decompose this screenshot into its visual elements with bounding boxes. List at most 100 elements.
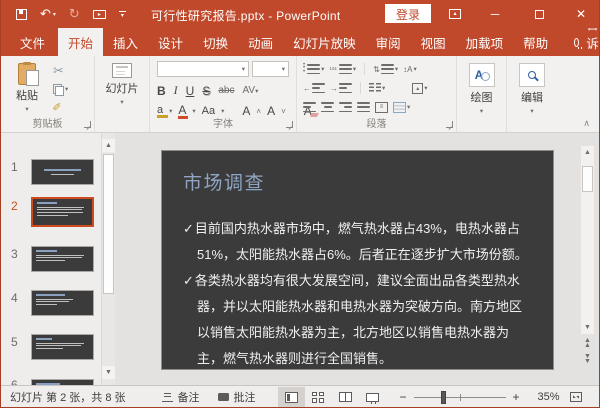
ribbon-display-options-button[interactable]: ▴ (439, 0, 471, 28)
copy-button[interactable]: ▾ (53, 82, 68, 96)
thumbnail-number-3: 3 (11, 247, 18, 261)
bullets-button[interactable]: ▾ (303, 64, 324, 74)
zoom-in-button[interactable]: + (509, 390, 524, 404)
paste-button[interactable]: 粘贴 ▾ (9, 62, 45, 113)
zoom-out-button[interactable]: − (396, 390, 411, 404)
search-icon (528, 71, 536, 79)
numbering-button[interactable]: ▾ (329, 64, 356, 74)
font-name-select[interactable]: ▾ (157, 61, 249, 77)
strikethrough-button[interactable]: abc (218, 85, 234, 96)
start-slideshow-button[interactable]: ▸ (92, 9, 106, 19)
redo-button[interactable]: ↻ (69, 7, 80, 20)
thumbnail-panel-scrollbar[interactable]: ▲ ▼ (101, 133, 115, 385)
slide-vertical-scrollbar[interactable]: ▲ ▼ (580, 145, 595, 335)
tab-file[interactable]: 文件 (7, 28, 58, 56)
login-button[interactable]: 登录 (385, 4, 432, 23)
customize-qat-button[interactable]: ▾ (118, 10, 126, 19)
previous-slide-button[interactable]: ▲ ▲ (580, 337, 595, 349)
scroll-down-icon[interactable]: ▼ (581, 321, 594, 334)
columns-button[interactable]: ▾ (369, 83, 385, 93)
paragraph-dialog-launcher[interactable] (446, 121, 453, 128)
tab-help[interactable]: 帮助 (513, 28, 558, 56)
numbering-dropdown-icon: ▾ (352, 66, 357, 73)
tab-design[interactable]: 设计 (148, 28, 193, 56)
new-slide-button[interactable]: 幻灯片 ▾ (95, 63, 149, 106)
slide-thumbnail-6[interactable] (31, 379, 94, 385)
font-dialog-launcher[interactable] (286, 121, 293, 128)
justify-button[interactable] (357, 102, 370, 112)
slide-bullet-1[interactable]: ✓目前国内热水器市场中，燃气热水器占43%，电热水器占51%，太阳能热水器占6%… (183, 216, 531, 268)
slide-thumbnail-1[interactable] (31, 159, 94, 185)
align-left-button[interactable] (303, 102, 316, 112)
bold-button[interactable]: B (157, 84, 166, 98)
change-case-dropdown-icon: ▾ (221, 108, 225, 115)
slide-title[interactable]: 市场调查 (183, 168, 529, 195)
undo-dropdown-icon: ▾ (52, 11, 56, 18)
tab-animations[interactable]: 动画 (238, 28, 283, 56)
scroll-down-icon[interactable]: ▼ (102, 366, 115, 379)
tab-slideshow[interactable]: 幻灯片放映 (283, 28, 366, 56)
slide-thumbnail-2-selected[interactable] (31, 197, 94, 227)
text-box-icon: ≡ (375, 101, 388, 113)
slide-thumbnail-4[interactable] (31, 290, 94, 316)
next-slide-button[interactable]: ▼ ▼ (580, 353, 595, 365)
comments-button[interactable]: 批注 (217, 389, 256, 405)
notes-button[interactable]: 备注 (161, 389, 200, 405)
decrease-indent-button[interactable]: ← (303, 83, 325, 93)
align-text-button[interactable]: ▴ ▾ (412, 82, 428, 94)
text-direction-button[interactable]: ↕A ▾ (403, 65, 417, 74)
fit-to-window-button[interactable] (569, 392, 582, 402)
tell-me-button[interactable]: 告诉我 (574, 18, 599, 70)
tab-transitions[interactable]: 切换 (193, 28, 238, 56)
tab-review[interactable]: 审阅 (366, 28, 411, 56)
text-shadow-button[interactable]: S (202, 84, 210, 98)
paragraph-group-label: 段落 (366, 119, 387, 130)
format-painter-button[interactable]: ✎ (52, 100, 68, 113)
reading-view-button[interactable] (332, 387, 359, 407)
slide-thumbnail-3[interactable] (31, 246, 94, 272)
character-spacing-button[interactable]: AV ▾ (242, 85, 258, 96)
zoom-percentage[interactable]: 35% (528, 391, 560, 403)
zoom-slider[interactable] (413, 390, 506, 404)
tab-view[interactable]: 视图 (411, 28, 456, 56)
cut-button[interactable]: ✂ (53, 63, 68, 78)
drawing-group: A 绘图 ▾ (457, 56, 507, 132)
normal-view-button[interactable] (277, 387, 305, 407)
font-name-dropdown-icon: ▾ (241, 66, 245, 73)
add-remove-columns-button[interactable]: ≡ (375, 101, 388, 113)
maximize-button[interactable] (523, 0, 555, 28)
slide-thumbnail-5[interactable] (31, 334, 94, 360)
scroll-up-icon[interactable]: ▲ (581, 146, 594, 159)
slideshow-view-button[interactable] (359, 387, 386, 407)
slide-body-text[interactable]: ✓目前国内热水器市场中，燃气热水器占43%，电热水器占51%，太阳能热水器占6%… (183, 216, 531, 372)
scroll-up-icon[interactable]: ▲ (102, 139, 115, 152)
convert-to-smartart-button[interactable]: ▾ (393, 101, 410, 113)
undo-button[interactable]: ↶ ▾ (40, 7, 56, 20)
underline-button[interactable]: U (186, 84, 195, 98)
close-button[interactable]: ✕ (565, 0, 597, 28)
zoom-slider-handle[interactable] (441, 390, 447, 404)
editing-button[interactable]: 编辑 ▾ (507, 63, 557, 115)
clipboard-dialog-launcher[interactable] (84, 121, 91, 128)
scrollbar-thumb[interactable] (103, 154, 114, 294)
tab-addins[interactable]: 加载项 (456, 28, 514, 56)
text-highlight-dropdown-icon: ▾ (169, 108, 173, 115)
italic-button[interactable]: I (174, 83, 178, 98)
font-size-select[interactable]: ▾ (252, 61, 289, 77)
current-slide[interactable]: 市场调查 ✓目前国内热水器市场中，燃气热水器占43%，电热水器占51%，太阳能热… (161, 150, 554, 370)
minimize-button[interactable]: ─ (479, 0, 511, 28)
increase-indent-button[interactable]: → (330, 83, 352, 93)
drawing-button[interactable]: A 绘图 ▾ (457, 63, 506, 115)
tab-insert[interactable]: 插入 (103, 28, 148, 56)
save-icon (16, 8, 27, 20)
align-right-button[interactable] (339, 102, 352, 112)
line-spacing-button[interactable]: ⇅ ▾ (373, 64, 398, 74)
save-button[interactable] (16, 8, 27, 20)
scrollbar-thumb[interactable] (582, 166, 593, 192)
slide-bullet-2[interactable]: ✓各类热水器均有很大发展空间，建议全面出品各类型热水器，并以太阳能热水器和电热水… (183, 268, 531, 372)
tab-home[interactable]: 开始 (58, 28, 104, 56)
align-center-button[interactable] (321, 102, 334, 112)
ribbon-display-options-icon: ▴ (449, 9, 461, 19)
slide-sorter-view-button[interactable] (305, 387, 332, 407)
collapse-ribbon-button[interactable]: ∧ (583, 118, 590, 129)
